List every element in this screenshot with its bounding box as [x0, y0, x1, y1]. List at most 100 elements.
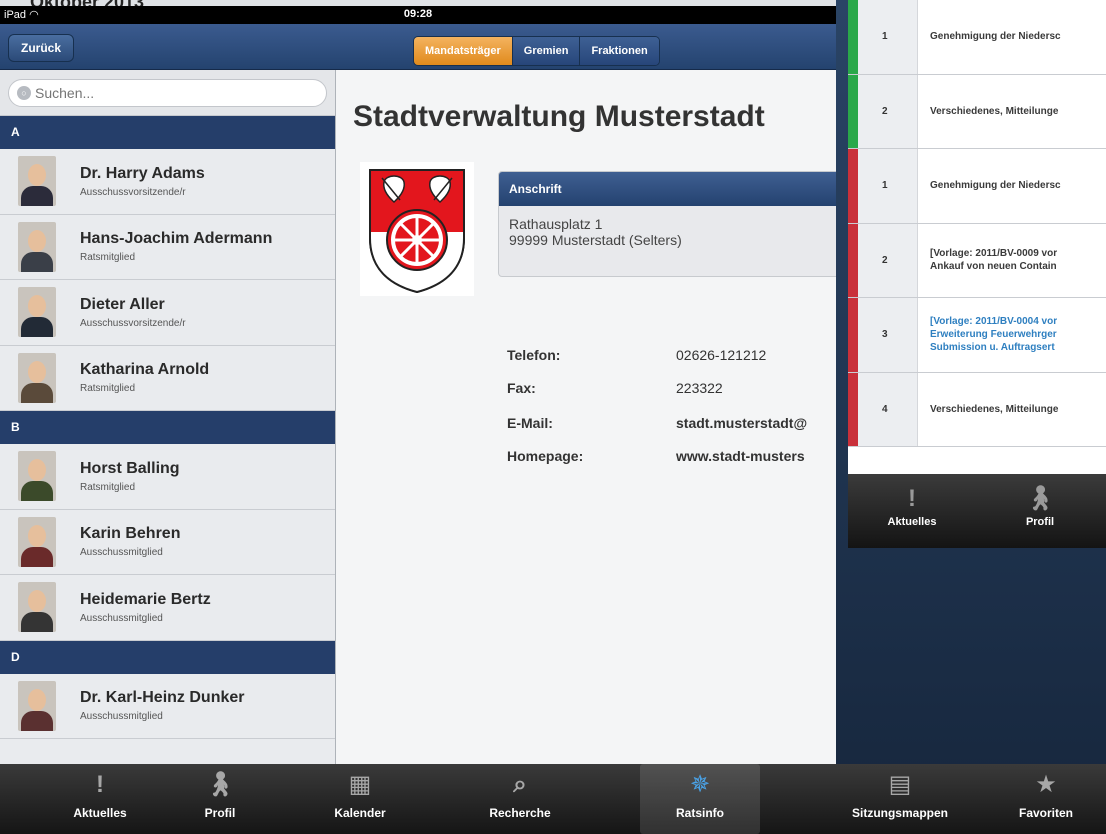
avatar-body — [21, 382, 53, 403]
fax-label: Fax: — [507, 380, 536, 396]
homepage-row: Homepage: www.stadt-musters — [507, 448, 805, 464]
agenda-row[interactable]: 1 Genehmigung der Niedersc — [848, 0, 1106, 75]
agenda-row[interactable]: 2 Verschiedenes, Mitteilunge — [848, 74, 1106, 149]
agenda-text-line[interactable]: Submission u. Auftragsert — [930, 341, 1057, 354]
address-card: Anschrift Rathausplatz 1 99999 Mustersta… — [498, 171, 836, 277]
agenda-number: 1 — [848, 0, 918, 74]
calendar-icon: ▦ — [348, 771, 372, 798]
person-text: Horst Balling Ratsmitglied — [80, 460, 180, 493]
agenda-status-bar — [848, 372, 858, 446]
person-text: Katharina Arnold Ratsmitglied — [80, 361, 209, 394]
person-role: Ratsmitglied — [80, 252, 136, 264]
agenda-text-line: Genehmigung der Niedersc — [930, 31, 1061, 43]
agenda-status-bar — [848, 149, 858, 223]
agenda-row[interactable]: 3 [Vorlage: 2011/BV-0004 vor Erweiterung F… — [848, 298, 1106, 373]
people-sidebar: ○ A Dr. Harry Adams Ausschussvorsitzende/r… — [0, 70, 336, 764]
avatar-head — [28, 164, 46, 187]
agenda-status-bar — [848, 0, 858, 74]
phone-row: Telefon: 02626-121212 — [507, 347, 766, 363]
segment-fraktionen[interactable]: Fraktionen — [579, 37, 659, 65]
person-text: Heidemarie Bertz Ausschussmitglied — [80, 591, 211, 624]
secondary-tab-aktuelles[interactable]: ! Aktuelles — [848, 474, 976, 548]
person-row[interactable]: Horst Balling Ratsmitglied — [0, 444, 335, 510]
agenda-row[interactable]: 4 Verschiedenes, Mitteilunge — [848, 372, 1106, 447]
agenda-text-line: Ankauf von neuen Contain — [930, 261, 1057, 273]
coat-of-arms-image — [360, 162, 474, 296]
person-row[interactable]: Heidemarie Bertz Ausschussmitglied — [0, 575, 335, 641]
agenda-text-line[interactable]: Erweiterung Feuerwehrger — [930, 328, 1057, 341]
secondary-tab-bar: ! Aktuelles 🚶︎ Profil — [848, 474, 1106, 548]
person-icon: 🚶︎ — [1024, 485, 1056, 512]
person-row[interactable]: Hans-Joachim Adermann Ratsmitglied — [0, 214, 335, 280]
agenda-text: Genehmigung der Niedersc — [918, 179, 1061, 192]
segment-gremien[interactable]: Gremien — [511, 37, 580, 65]
avatar-body — [21, 612, 53, 633]
person-row[interactable]: Karin Behren Ausschussmitglied — [0, 509, 335, 575]
search-input[interactable] — [35, 85, 315, 101]
email-row: E-Mail: stadt.musterstadt@ — [507, 415, 807, 431]
person-role: Ausschussvorsitzende/r — [80, 186, 186, 198]
person-name: Horst Balling — [80, 459, 180, 477]
email-label: E-Mail: — [507, 415, 553, 431]
exclamation-icon: ! — [96, 771, 104, 798]
secondary-tab-profil[interactable]: 🚶︎ Profil — [976, 474, 1104, 548]
person-name: Hans-Joachim Adermann — [80, 230, 273, 248]
avatar-head — [28, 295, 46, 318]
agenda-status-bar — [848, 74, 858, 148]
page-title: Stadtverwaltung Musterstadt — [353, 100, 765, 133]
fax-row: Fax: 223322 — [507, 380, 723, 396]
agenda-status-bar — [848, 298, 858, 372]
avatar-body — [21, 710, 53, 731]
secondary-tab-label: Profil — [1025, 516, 1055, 528]
status-bar: iPad ◠ 09:28 — [0, 6, 836, 24]
avatar — [18, 516, 56, 567]
tab-sitzungsmappen[interactable]: ▤ Sitzungsmappen — [840, 764, 960, 834]
person-role: Ausschussmitglied — [80, 612, 163, 624]
tab-label: Profil — [204, 806, 236, 820]
agenda-text-line: Genehmigung der Niedersc — [930, 180, 1061, 192]
person-row[interactable]: Dr. Karl-Heinz Dunker Ausschussmitglied — [0, 673, 335, 739]
search-icon: ○ — [17, 86, 31, 100]
avatar-body — [21, 251, 53, 272]
person-text: Dr. Harry Adams Ausschussvorsitzende/r — [80, 165, 205, 198]
person-row[interactable]: Katharina Arnold Ratsmitglied — [0, 345, 335, 411]
tab-profil[interactable]: 🚶︎ Profil — [160, 764, 280, 834]
avatar — [18, 582, 56, 633]
agenda-row[interactable]: 2 [Vorlage: 2011/BV-0009 vor Ankauf von ne… — [848, 223, 1106, 298]
agenda-row[interactable]: 1 Genehmigung der Niedersc — [848, 149, 1106, 224]
tab-label: Aktuelles — [73, 806, 127, 820]
tab-kalender[interactable]: ▦ Kalender — [300, 764, 420, 834]
avatar — [18, 352, 56, 403]
segment-mandatstraeger[interactable]: Mandatsträger — [414, 37, 512, 65]
person-row[interactable]: Dr. Harry Adams Ausschussvorsitzende/r — [0, 149, 335, 215]
ratsinfo-icon: ✵ — [689, 771, 711, 798]
avatar-head — [28, 524, 46, 547]
agenda-text: [Vorlage: 2011/BV-0009 vor Ankauf von neu… — [918, 247, 1057, 273]
tab-recherche[interactable]: ⌕ Recherche — [460, 764, 580, 834]
secondary-tab-label: Aktuelles — [887, 516, 937, 528]
homepage-value[interactable]: www.stadt-musters — [676, 448, 805, 464]
phone-value[interactable]: 02626-121212 — [676, 347, 766, 363]
section-header-d: D — [0, 640, 335, 674]
tab-label: Sitzungsmappen — [851, 806, 948, 820]
search-icon: ⌕ — [513, 771, 527, 798]
tab-favoriten[interactable]: ★ Favoriten — [986, 764, 1106, 834]
address-city: 99999 Musterstadt (Selters) — [509, 232, 682, 248]
tab-aktuelles[interactable]: ! Aktuelles — [40, 764, 160, 834]
person-text: Karin Behren Ausschussmitglied — [80, 525, 180, 558]
tab-ratsinfo[interactable]: ✵ Ratsinfo — [640, 764, 760, 834]
main-ipad-screen: iPad ◠ 09:28 Zurück Mandatsträger Gremie… — [0, 6, 836, 834]
back-button[interactable]: Zurück — [8, 34, 75, 62]
person-text: Dr. Karl-Heinz Dunker Ausschussmitglied — [80, 689, 244, 722]
email-value[interactable]: stadt.musterstadt@ — [676, 415, 807, 431]
agenda-number: 1 — [848, 149, 918, 223]
address-header: Anschrift — [499, 172, 836, 206]
avatar-body — [21, 317, 53, 338]
phone-label: Telefon: — [507, 347, 561, 363]
agenda-text-line: Verschiedenes, Mitteilunge — [930, 105, 1059, 117]
avatar-body — [21, 546, 53, 567]
agenda-text-line[interactable]: [Vorlage: 2011/BV-0004 vor — [930, 315, 1057, 328]
people-list: A Dr. Harry Adams Ausschussvorsitzende/r Ha… — [0, 116, 335, 739]
avatar-head — [28, 688, 46, 711]
person-row[interactable]: Dieter Aller Ausschussvorsitzende/r — [0, 280, 335, 346]
